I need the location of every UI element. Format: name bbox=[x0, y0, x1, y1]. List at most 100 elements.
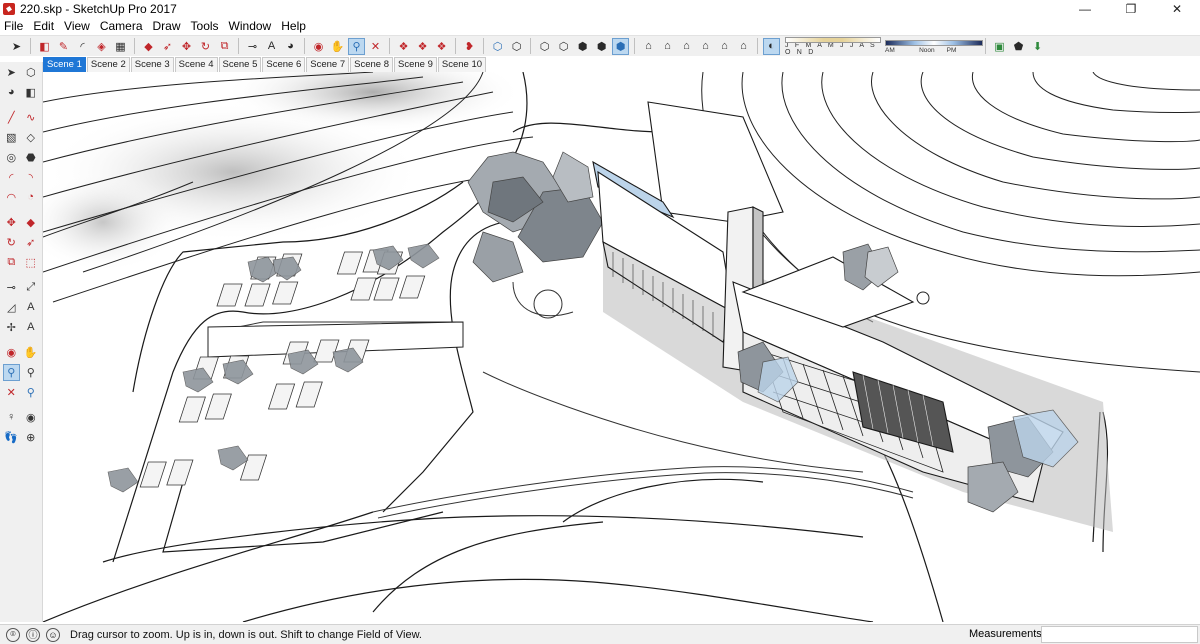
share-model-icon[interactable]: ❥ bbox=[461, 38, 478, 55]
push-pull-icon[interactable]: ◆ bbox=[140, 38, 157, 55]
menu-help[interactable]: Help bbox=[276, 19, 311, 33]
pie-icon[interactable]: ◔ bbox=[23, 189, 40, 206]
monochrome-icon[interactable]: ⬢ bbox=[612, 37, 629, 55]
paint-bucket-icon[interactable]: ◕ bbox=[3, 84, 20, 101]
extension-warehouse-icon[interactable]: ❖ bbox=[433, 38, 450, 55]
dimension-icon[interactable]: ⤢ bbox=[23, 279, 40, 296]
walk-icon[interactable]: 👣 bbox=[3, 429, 20, 446]
shadows-toggle-icon[interactable]: ◐ bbox=[763, 37, 780, 55]
menu-edit[interactable]: Edit bbox=[28, 19, 59, 33]
maximize-button[interactable]: ❐ bbox=[1108, 0, 1154, 18]
arc-icon[interactable]: ◜ bbox=[3, 169, 20, 186]
two-point-arc-icon[interactable]: ◝ bbox=[23, 169, 40, 186]
three-point-arc-icon[interactable]: ◠ bbox=[3, 189, 20, 206]
add-location-icon[interactable]: ▣ bbox=[991, 38, 1008, 55]
select-tool-icon[interactable]: ➤ bbox=[8, 38, 25, 55]
wireframe-icon[interactable]: ⬡ bbox=[536, 38, 553, 55]
menu-window[interactable]: Window bbox=[224, 19, 277, 33]
axes-icon[interactable]: ✢ bbox=[3, 319, 20, 336]
look-around-icon[interactable]: ◉ bbox=[23, 409, 40, 426]
polygon-icon[interactable]: ⬣ bbox=[23, 149, 40, 166]
pan-icon[interactable]: ✋ bbox=[23, 344, 40, 361]
minimize-button[interactable]: — bbox=[1062, 0, 1108, 18]
right-view-icon[interactable]: ⌂ bbox=[697, 38, 714, 55]
zoom-extents-icon[interactable]: ✕ bbox=[3, 384, 20, 401]
pan-icon[interactable]: ✋ bbox=[329, 38, 346, 55]
rectangle-icon[interactable]: ▧ bbox=[3, 129, 20, 146]
eraser-icon[interactable]: ◧ bbox=[23, 84, 40, 101]
top-view-icon[interactable]: ⌂ bbox=[659, 38, 676, 55]
close-button[interactable]: ✕ bbox=[1154, 0, 1200, 18]
freehand-icon[interactable]: ∿ bbox=[23, 109, 40, 126]
line-icon[interactable]: ╱ bbox=[3, 109, 20, 126]
follow-me-icon[interactable]: ➶ bbox=[159, 38, 176, 55]
left-view-icon[interactable]: ⌂ bbox=[735, 38, 752, 55]
rotate-tool-icon[interactable]: ↻ bbox=[197, 38, 214, 55]
components-icon[interactable]: ❖ bbox=[414, 38, 431, 55]
back-view-icon[interactable]: ⌂ bbox=[716, 38, 733, 55]
scene-tab-6[interactable]: Scene 6 bbox=[262, 57, 306, 72]
credits-icon[interactable]: ⓘ bbox=[26, 627, 40, 642]
scene-tab-5[interactable]: Scene 5 bbox=[218, 57, 262, 72]
circle-icon[interactable]: ◎ bbox=[3, 149, 20, 166]
measurements-field[interactable] bbox=[1041, 626, 1198, 643]
scene-tab-3[interactable]: Scene 3 bbox=[130, 57, 174, 72]
xray-style-icon[interactable]: ⬡ bbox=[489, 38, 506, 55]
scene-tab-9[interactable]: Scene 9 bbox=[394, 57, 437, 72]
line-tool-icon[interactable]: ✎ bbox=[55, 38, 72, 55]
push-pull-icon[interactable]: ◆ bbox=[23, 214, 40, 231]
scene-tab-8[interactable]: Scene 8 bbox=[350, 57, 393, 72]
geolocation-icon[interactable]: ⌾ bbox=[6, 627, 20, 642]
shadow-date-slider[interactable]: J F M A M J J A S O N D bbox=[785, 36, 881, 56]
hidden-line-icon[interactable]: ⬡ bbox=[555, 38, 572, 55]
zoom-window-icon[interactable]: ⚲ bbox=[23, 364, 39, 381]
iso-view-icon[interactable]: ⌂ bbox=[640, 38, 657, 55]
previous-view-icon[interactable]: ⚲ bbox=[23, 384, 40, 401]
scene-tab-1[interactable]: Scene 1 bbox=[43, 57, 86, 72]
user-icon[interactable]: ☺ bbox=[46, 627, 60, 642]
move-icon[interactable]: ✥ bbox=[3, 214, 20, 231]
rotate-icon[interactable]: ↻ bbox=[3, 234, 20, 251]
shadow-time-slider[interactable]: 05:11 AM Noon 07:11 PM bbox=[885, 38, 983, 54]
menu-tools[interactable]: Tools bbox=[186, 19, 224, 33]
warehouse-icon[interactable]: ❖ bbox=[395, 38, 412, 55]
menu-camera[interactable]: Camera bbox=[95, 19, 148, 33]
menu-draw[interactable]: Draw bbox=[148, 19, 186, 33]
scene-tab-10[interactable]: Scene 10 bbox=[437, 57, 487, 72]
scale-icon[interactable]: ⧉ bbox=[3, 254, 20, 271]
tape-measure-icon[interactable]: ⊸ bbox=[3, 279, 20, 296]
protractor-icon[interactable]: ◿ bbox=[3, 299, 20, 316]
scene-tab-4[interactable]: Scene 4 bbox=[174, 57, 218, 72]
shape-tool-icon[interactable]: ◈ bbox=[93, 38, 110, 55]
move-tool-icon[interactable]: ✥ bbox=[178, 38, 195, 55]
offset-icon[interactable]: ⬚ bbox=[23, 254, 40, 271]
toggle-terrain-icon[interactable]: ⬟ bbox=[1010, 38, 1027, 55]
paint-bucket-icon[interactable]: ◕ bbox=[282, 38, 299, 55]
shaded-icon[interactable]: ⬢ bbox=[574, 38, 591, 55]
zoom-icon[interactable]: ⚲ bbox=[3, 363, 20, 381]
rectangle-tool-icon[interactable]: ▦ bbox=[112, 38, 129, 55]
menu-view[interactable]: View bbox=[59, 19, 95, 33]
photo-texture-icon[interactable]: ⬇ bbox=[1029, 38, 1046, 55]
follow-me-icon[interactable]: ➶ bbox=[23, 234, 40, 251]
tape-measure-icon[interactable]: ⊸ bbox=[244, 38, 261, 55]
select-icon[interactable]: ➤ bbox=[3, 64, 20, 81]
scale-tool-icon[interactable]: ⧉ bbox=[216, 38, 233, 55]
section-plane-icon[interactable]: ⊕ bbox=[23, 429, 40, 446]
3d-text-icon[interactable]: A bbox=[23, 319, 40, 336]
arc-tool-icon[interactable]: ◜ bbox=[74, 38, 91, 55]
zoom-extents-icon[interactable]: ✕ bbox=[367, 38, 384, 55]
text-tool-icon[interactable]: A bbox=[263, 38, 280, 55]
model-viewport[interactable] bbox=[43, 72, 1200, 622]
scene-tab-7[interactable]: Scene 7 bbox=[306, 57, 350, 72]
orbit-icon[interactable]: ◉ bbox=[310, 38, 327, 55]
scene-tab-2[interactable]: Scene 2 bbox=[86, 57, 130, 72]
make-component-icon[interactable]: ⬡ bbox=[23, 64, 40, 81]
shaded-textures-icon[interactable]: ⬢ bbox=[593, 38, 610, 55]
rotated-rectangle-icon[interactable]: ◇ bbox=[23, 129, 40, 146]
menu-file[interactable]: File bbox=[0, 19, 28, 33]
eraser-icon[interactable]: ◧ bbox=[36, 38, 53, 55]
back-edges-icon[interactable]: ⬡ bbox=[508, 38, 525, 55]
text-icon[interactable]: A bbox=[23, 299, 40, 316]
position-camera-icon[interactable]: ♀ bbox=[3, 409, 20, 426]
